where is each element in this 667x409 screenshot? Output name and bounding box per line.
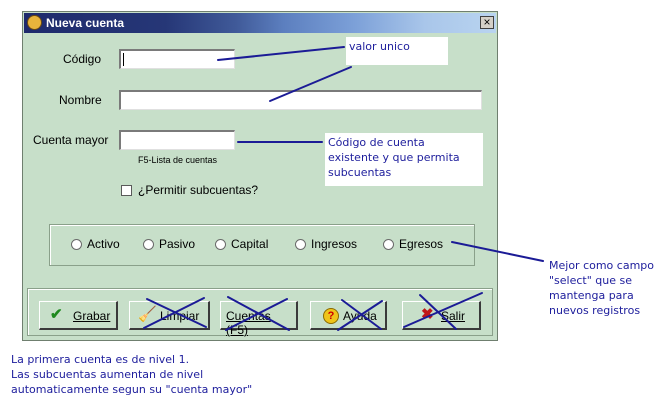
radio-pasivo-label: Pasivo xyxy=(159,237,196,251)
radio-ingresos-label: Ingresos xyxy=(311,237,358,251)
annotation-campo-select: Mejor como campo "select" que se manteng… xyxy=(549,258,654,318)
window-title: Nueva cuenta xyxy=(46,16,125,30)
permitir-subcuentas-checkbox[interactable] xyxy=(121,185,132,196)
grabar-button[interactable]: ✔ Grabar xyxy=(39,301,118,330)
annotation-line: "select" que se xyxy=(549,274,633,287)
annotation-valor-unico-text: valor unico xyxy=(349,40,410,53)
annotation-nivel: La primera cuenta es de nivel 1. Las sub… xyxy=(11,352,252,397)
cuentas-button[interactable]: Cuentas (F5) xyxy=(220,301,298,337)
cuenta-mayor-label: Cuenta mayor xyxy=(33,133,109,147)
cuenta-mayor-hint: F5-Lista de cuentas xyxy=(138,155,218,165)
account-type-group: Activo Pasivo Capital Ingresos Egresos xyxy=(49,224,475,266)
annotation-line: automaticamente segun su "cuenta mayor" xyxy=(11,383,253,396)
ayuda-button[interactable]: ? Ayuda xyxy=(310,301,387,330)
permitir-subcuentas-label: ¿Permitir subcuentas? xyxy=(138,183,259,197)
annotation-cuenta-existente: Código de cuenta existente y que permita… xyxy=(325,133,483,186)
nombre-input[interactable] xyxy=(119,90,482,110)
close-x-icon: ✖ xyxy=(421,306,434,323)
limpiar-label: Limpiar xyxy=(160,309,200,323)
codigo-label: Código xyxy=(63,52,102,66)
salir-button[interactable]: ✖ Salir xyxy=(402,301,481,330)
annotation-line: subcuentas xyxy=(328,166,392,179)
annotation-line: La primera cuenta es de nivel 1. xyxy=(11,353,190,366)
cuentas-label: Cuentas (F5) xyxy=(226,309,271,337)
annotation-line: nuevos registros xyxy=(549,304,641,317)
checkmark-icon: ✔ xyxy=(50,306,63,323)
broom-icon: 🧹 xyxy=(138,306,157,323)
radio-egresos[interactable] xyxy=(383,239,394,250)
radio-capital-label: Capital xyxy=(231,237,269,251)
cuenta-mayor-input[interactable] xyxy=(119,130,235,150)
radio-activo-label: Activo xyxy=(87,237,120,251)
annotation-line: Código de cuenta xyxy=(328,136,425,149)
radio-ingresos[interactable] xyxy=(295,239,306,250)
close-button[interactable]: × xyxy=(480,16,494,29)
codigo-input[interactable] xyxy=(119,49,235,69)
title-bar[interactable]: Nueva cuenta × xyxy=(24,13,496,33)
salir-label: Salir xyxy=(441,309,466,323)
annotation-line: Mejor como campo xyxy=(549,259,654,272)
text-caret xyxy=(123,53,124,66)
limpiar-button[interactable]: 🧹 Limpiar xyxy=(129,301,210,330)
grabar-label: Grabar xyxy=(73,309,111,323)
radio-egresos-label: Egresos xyxy=(399,237,444,251)
nombre-label: Nombre xyxy=(59,93,102,107)
annotation-valor-unico: valor unico xyxy=(346,37,448,65)
help-icon: ? xyxy=(323,308,339,324)
radio-capital[interactable] xyxy=(215,239,226,250)
annotation-line: mantenga para xyxy=(549,289,634,302)
app-icon xyxy=(27,15,42,30)
annotation-line: existente y que permita xyxy=(328,151,460,164)
annotation-line: Las subcuentas aumentan de nivel xyxy=(11,368,204,381)
ayuda-label: Ayuda xyxy=(343,309,377,323)
radio-activo[interactable] xyxy=(71,239,82,250)
radio-pasivo[interactable] xyxy=(143,239,154,250)
